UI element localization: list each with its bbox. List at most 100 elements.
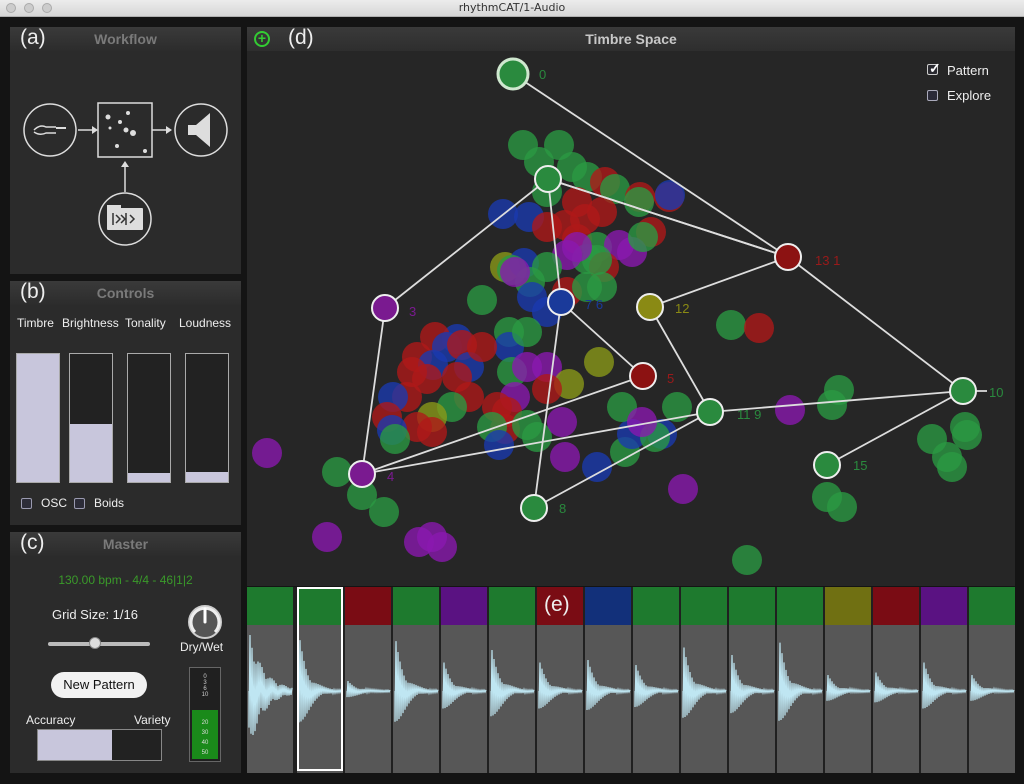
tonality-slider[interactable] xyxy=(127,353,171,483)
workflow-diagram xyxy=(23,102,228,246)
sample-point[interactable] xyxy=(668,474,698,504)
grid-size-slider[interactable] xyxy=(48,637,150,649)
sample-point[interactable] xyxy=(467,285,497,315)
sample-point[interactable] xyxy=(252,438,282,468)
step-waveform-12[interactable] xyxy=(873,625,919,773)
step-waveform-lead[interactable] xyxy=(247,625,293,773)
sample-point[interactable] xyxy=(417,417,447,447)
step-color-9[interactable] xyxy=(729,587,775,625)
timbre-slider[interactable] xyxy=(16,353,60,483)
step-waveform-4[interactable] xyxy=(489,625,535,773)
sample-point[interactable] xyxy=(744,313,774,343)
pattern-node[interactable] xyxy=(629,362,657,390)
step-waveform-2[interactable] xyxy=(393,625,439,773)
sample-point[interactable] xyxy=(562,232,592,262)
speaker-output-icon[interactable] xyxy=(174,103,228,157)
grid-size-slider-knob[interactable] xyxy=(88,637,101,649)
step-color-14[interactable] xyxy=(969,587,1015,625)
loudness-slider[interactable] xyxy=(185,353,229,483)
sample-point[interactable] xyxy=(484,430,514,460)
sample-point[interactable] xyxy=(732,545,762,575)
step-waveform-7[interactable] xyxy=(633,625,679,773)
timbre-slider-label: Timbre xyxy=(17,316,54,330)
step-waveform-14[interactable] xyxy=(969,625,1015,773)
step-waveform-13[interactable] xyxy=(921,625,967,773)
dry-wet-knob[interactable] xyxy=(183,600,227,644)
timbre-space-icon[interactable] xyxy=(97,102,153,158)
timbre-space-canvas[interactable]: 0 13 1 12 3 7 6 5 11 9 10 15 4 8 xyxy=(247,27,1015,586)
step-color-lead[interactable] xyxy=(247,587,293,625)
pattern-node[interactable] xyxy=(371,294,399,322)
sample-point[interactable] xyxy=(550,442,580,472)
sample-point[interactable] xyxy=(584,347,614,377)
sample-point[interactable] xyxy=(716,310,746,340)
step-waveform-3[interactable] xyxy=(441,625,487,773)
step-color-4[interactable] xyxy=(489,587,535,625)
sample-point[interactable] xyxy=(442,362,472,392)
step-color-7[interactable] xyxy=(633,587,679,625)
step-waveform-10[interactable] xyxy=(777,625,823,773)
step-waveform-5[interactable] xyxy=(537,625,583,773)
sample-point[interactable] xyxy=(369,497,399,527)
pattern-node[interactable] xyxy=(496,57,530,91)
step-color-13[interactable] xyxy=(921,587,967,625)
osc-checkbox[interactable] xyxy=(21,498,32,509)
pattern-node[interactable] xyxy=(547,288,575,316)
sample-point[interactable] xyxy=(417,522,447,552)
pattern-node[interactable] xyxy=(774,243,802,271)
step-color-10[interactable] xyxy=(777,587,823,625)
pattern-node[interactable] xyxy=(949,377,977,405)
window-title: rhythmCAT/1-Audio xyxy=(458,1,566,14)
sample-point[interactable] xyxy=(500,257,530,287)
sample-point[interactable] xyxy=(827,492,857,522)
pattern-node[interactable] xyxy=(813,451,841,479)
pattern-node[interactable] xyxy=(520,494,548,522)
window-titlebar: rhythmCAT/1-Audio xyxy=(0,0,1024,17)
step-waveform-1[interactable] xyxy=(345,625,391,773)
boids-checkbox-label: Boids xyxy=(94,496,125,510)
controls-panel: (b) Controls Timbre Brightness Tonality L… xyxy=(10,280,241,525)
new-pattern-button[interactable]: New Pattern xyxy=(51,672,147,698)
boids-checkbox[interactable] xyxy=(74,498,85,509)
sample-point[interactable] xyxy=(932,442,962,472)
pattern-node-label: 13 1 xyxy=(815,253,840,268)
pattern-node-label: 7 6 xyxy=(585,297,603,312)
sample-point[interactable] xyxy=(547,407,577,437)
accuracy-variety-slider[interactable] xyxy=(37,729,162,761)
step-waveform-6[interactable] xyxy=(585,625,631,773)
pattern-node[interactable] xyxy=(696,398,724,426)
variety-label: Variety xyxy=(134,713,171,727)
audio-input-icon[interactable] xyxy=(23,103,77,157)
pattern-node[interactable] xyxy=(348,460,376,488)
pattern-node-label: 3 xyxy=(409,304,416,319)
step-color-8[interactable] xyxy=(681,587,727,625)
sample-point[interactable] xyxy=(522,422,552,452)
step-color-12[interactable] xyxy=(873,587,919,625)
master-panel: (c) Master 130.00 bpm - 4/4 - 46|1|2 Grid… xyxy=(10,531,241,773)
sample-point[interactable] xyxy=(380,424,410,454)
step-color-2[interactable] xyxy=(393,587,439,625)
step-color-3[interactable] xyxy=(441,587,487,625)
sample-point[interactable] xyxy=(467,332,497,362)
pattern-node[interactable] xyxy=(636,293,664,321)
brightness-slider[interactable] xyxy=(69,353,113,483)
sample-point[interactable] xyxy=(312,522,342,552)
pattern-checkbox[interactable]: ✓ xyxy=(927,60,941,76)
output-level-meter: 0 3 6 10 20 30 40 50 xyxy=(189,667,221,762)
explore-checkbox[interactable] xyxy=(927,90,938,101)
sample-point[interactable] xyxy=(817,390,847,420)
step-waveform-9[interactable] xyxy=(729,625,775,773)
sample-point[interactable] xyxy=(512,317,542,347)
step-waveform-8[interactable] xyxy=(681,625,727,773)
brightness-slider-label: Brightness xyxy=(62,316,119,330)
pattern-node[interactable] xyxy=(534,165,562,193)
step-color-6[interactable] xyxy=(585,587,631,625)
step-color-1[interactable] xyxy=(345,587,391,625)
audio-folder-icon[interactable] xyxy=(98,192,152,246)
step-waveform-11[interactable] xyxy=(825,625,871,773)
sample-point[interactable] xyxy=(532,374,562,404)
sample-point[interactable] xyxy=(322,457,352,487)
sample-point[interactable] xyxy=(775,395,805,425)
step-color-11[interactable] xyxy=(825,587,871,625)
sample-point[interactable] xyxy=(628,222,658,252)
